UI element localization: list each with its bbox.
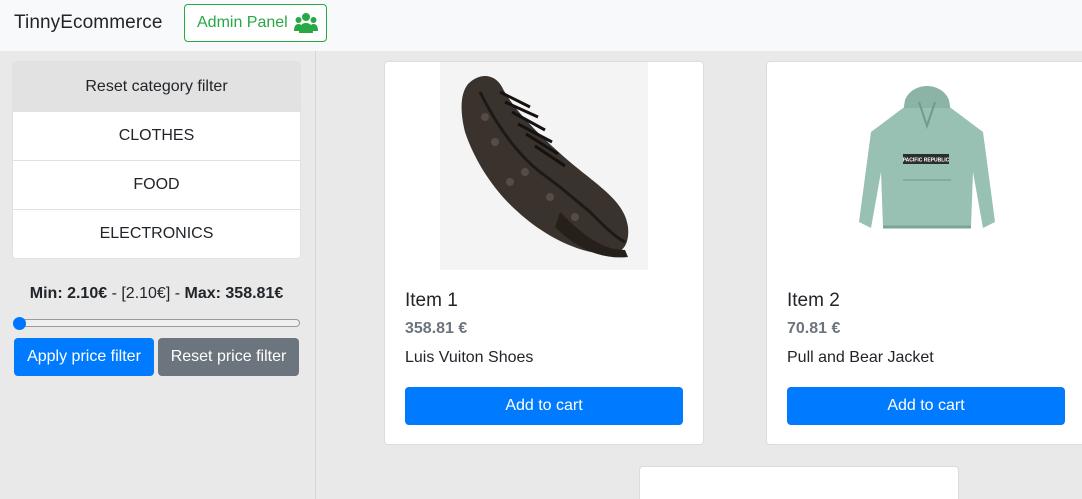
product-title[interactable]: Item 1: [405, 290, 458, 312]
price-range-label: Min: 2.10€ - [2.10€] - Max: 358.81€: [12, 285, 301, 303]
product-price: 70.81 €: [787, 320, 841, 337]
brand-name[interactable]: TinnyEcommerce: [14, 12, 163, 34]
category-item-food[interactable]: FOOD: [13, 160, 300, 209]
price-slider[interactable]: [13, 317, 300, 330]
product-description: Luis Vuiton Shoes: [405, 349, 534, 366]
users-icon: [293, 13, 318, 33]
category-item-electronics[interactable]: ELECTRONICS: [13, 209, 300, 258]
jacket-image: PACIFIC REPUBLIC: [823, 62, 1031, 270]
apply-price-filter-button[interactable]: Apply price filter: [14, 338, 154, 376]
sidebar: Reset category filter CLOTHES FOOD ELECT…: [0, 51, 316, 499]
product-description: Pull and Bear Jacket: [787, 349, 934, 366]
add-to-cart-button[interactable]: Add to cart: [405, 387, 683, 425]
price-slider-track[interactable]: [13, 319, 300, 327]
shoe-image: [440, 62, 648, 270]
reset-price-filter-button[interactable]: Reset price filter: [158, 338, 299, 376]
price-separator: -: [170, 285, 185, 302]
category-item-clothes[interactable]: CLOTHES: [13, 111, 300, 160]
reset-category-filter-button[interactable]: Reset category filter: [13, 62, 300, 111]
category-list: Reset category filter CLOTHES FOOD ELECT…: [12, 61, 301, 259]
price-separator: -: [107, 285, 122, 302]
admin-panel-label: Admin Panel: [197, 14, 288, 31]
add-to-cart-button[interactable]: Add to cart: [787, 387, 1065, 425]
product-title[interactable]: Item 2: [787, 290, 840, 312]
navbar: TinnyEcommerce Admin Panel: [0, 0, 1082, 51]
price-min: Min: 2.10€: [29, 285, 108, 302]
jacket-print: PACIFIC REPUBLIC: [903, 158, 950, 164]
price-max: Max: 358.81€: [184, 285, 284, 302]
price-slider-thumb[interactable]: [13, 317, 26, 330]
product-card: Item 1 358.81 € Luis Vuiton Shoes Add to…: [384, 61, 704, 445]
product-card: PACIFIC REPUBLIC Item 2 70.81 € Pull and…: [766, 61, 1082, 445]
product-card: [639, 466, 959, 499]
admin-panel-button[interactable]: Admin Panel: [184, 4, 327, 42]
product-price: 358.81 €: [405, 320, 468, 337]
price-current: [2.10€]: [121, 285, 171, 302]
